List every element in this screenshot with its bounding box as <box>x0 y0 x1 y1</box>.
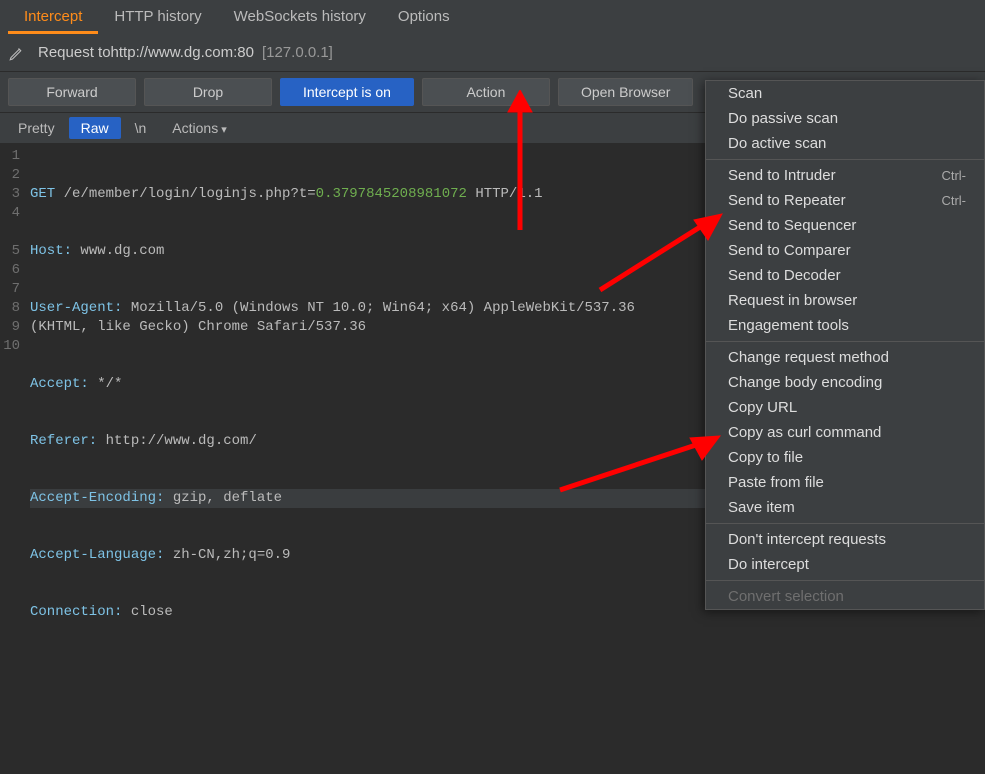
menu-change-request-method[interactable]: Change request method <box>706 345 984 370</box>
pencil-icon <box>8 44 26 62</box>
menu-do-intercept[interactable]: Do intercept <box>706 552 984 577</box>
menu-separator <box>706 580 984 581</box>
menu-separator <box>706 523 984 524</box>
menu-change-body-encoding[interactable]: Change body encoding <box>706 370 984 395</box>
drop-button[interactable]: Drop <box>144 78 272 106</box>
request-label-prefix: Request to <box>38 44 111 61</box>
intercept-toggle-button[interactable]: Intercept is on <box>280 78 414 106</box>
menu-send-to-repeater[interactable]: Send to RepeaterCtrl- <box>706 188 984 213</box>
menu-send-to-comparer[interactable]: Send to Comparer <box>706 238 984 263</box>
menu-engagement-tools[interactable]: Engagement tools <box>706 313 984 338</box>
tab-options[interactable]: Options <box>382 2 466 33</box>
menu-save-item[interactable]: Save item <box>706 495 984 520</box>
menu-send-to-decoder[interactable]: Send to Decoder <box>706 263 984 288</box>
menu-separator <box>706 341 984 342</box>
proxy-tabs: Intercept HTTP history WebSockets histor… <box>0 0 985 34</box>
menu-send-to-sequencer[interactable]: Send to Sequencer <box>706 213 984 238</box>
menu-scan[interactable]: Scan <box>706 81 984 106</box>
tab-intercept[interactable]: Intercept <box>8 2 98 33</box>
tab-websockets-history[interactable]: WebSockets history <box>218 2 382 33</box>
menu-convert-selection: Convert selection <box>706 584 984 609</box>
action-context-menu: Scan Do passive scan Do active scan Send… <box>705 80 985 610</box>
view-pretty[interactable]: Pretty <box>6 117 67 139</box>
menu-dont-intercept-requests[interactable]: Don't intercept requests <box>706 527 984 552</box>
view-newline[interactable]: \n <box>123 117 159 139</box>
menu-copy-url[interactable]: Copy URL <box>706 395 984 420</box>
request-line: Request to http://www.dg.com:80 [127.0.0… <box>0 34 985 72</box>
editor-actions-dropdown[interactable]: Actions <box>160 117 239 139</box>
forward-button[interactable]: Forward <box>8 78 136 106</box>
menu-do-passive-scan[interactable]: Do passive scan <box>706 106 984 131</box>
menu-copy-to-file[interactable]: Copy to file <box>706 445 984 470</box>
action-button[interactable]: Action <box>422 78 550 106</box>
tab-http-history[interactable]: HTTP history <box>98 2 217 33</box>
view-raw[interactable]: Raw <box>69 117 121 139</box>
menu-request-in-browser[interactable]: Request in browser <box>706 288 984 313</box>
menu-paste-from-file[interactable]: Paste from file <box>706 470 984 495</box>
menu-separator <box>706 159 984 160</box>
menu-do-active-scan[interactable]: Do active scan <box>706 131 984 156</box>
menu-copy-as-curl[interactable]: Copy as curl command <box>706 420 984 445</box>
request-host: http://www.dg.com:80 <box>111 44 254 61</box>
open-browser-button[interactable]: Open Browser <box>558 78 693 106</box>
request-ip: [127.0.0.1] <box>262 44 333 61</box>
line-gutter: 1 2 3 4 5 6 7 8 9 10 <box>0 143 26 664</box>
menu-send-to-intruder[interactable]: Send to IntruderCtrl- <box>706 163 984 188</box>
